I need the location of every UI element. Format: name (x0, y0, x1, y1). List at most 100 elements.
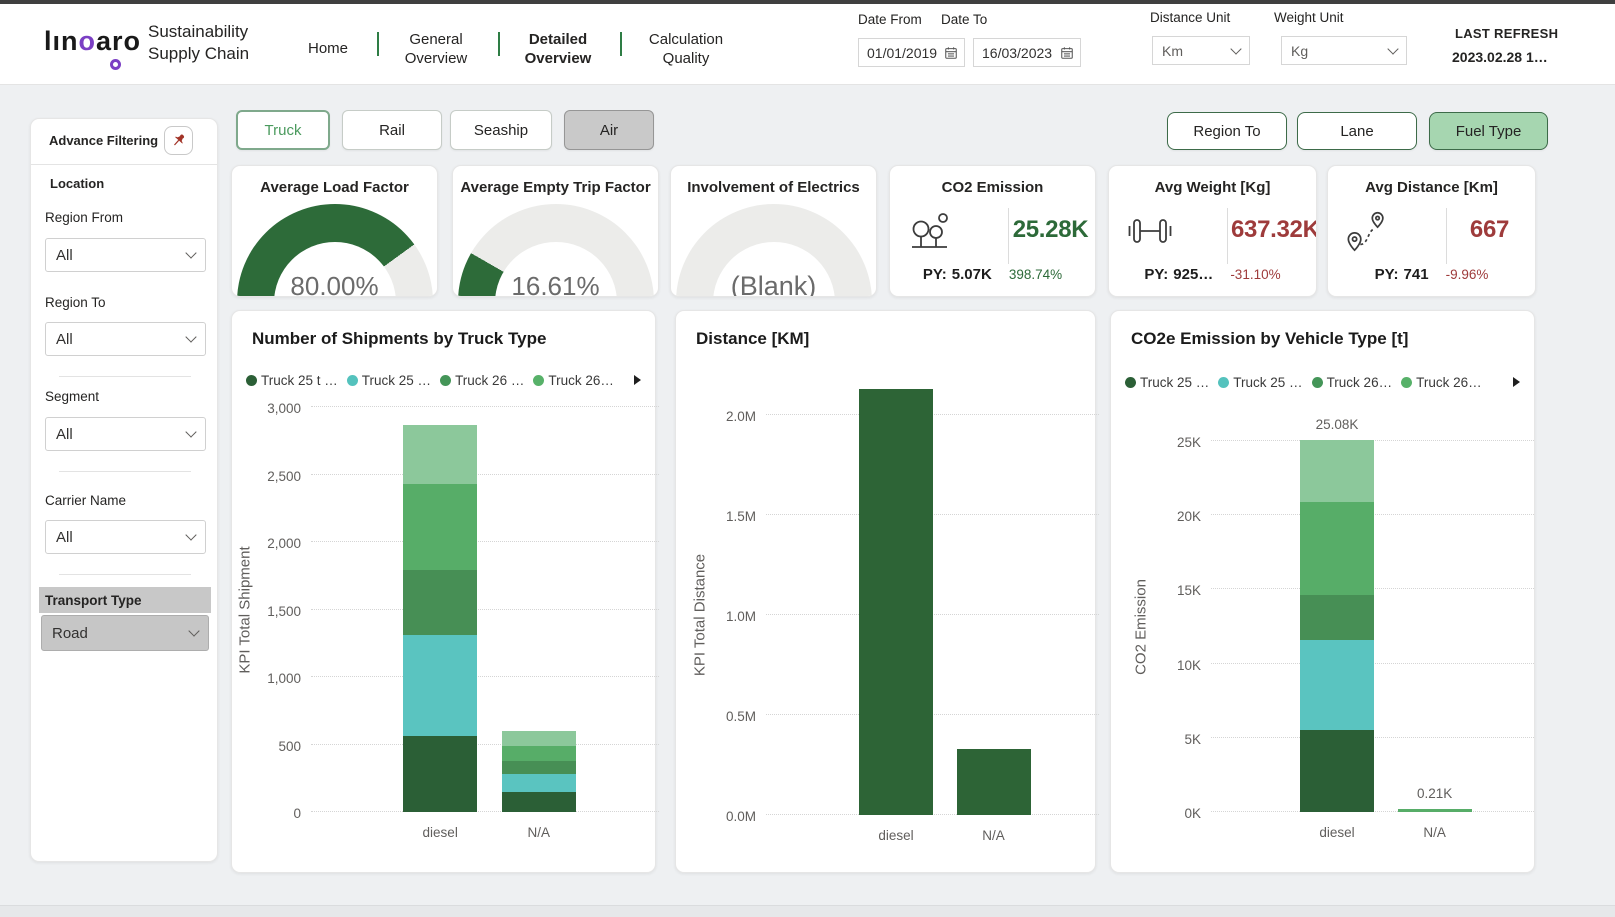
filter-value: All (56, 529, 73, 546)
app-title: Sustainability Supply Chain (148, 21, 249, 65)
gauge-value: 16.61% (458, 271, 654, 297)
advance-filtering-panel: Advance Filtering Location Region From A… (30, 118, 218, 862)
chart-card-shipments: Number of Shipments by Truck Type Truck … (231, 310, 656, 873)
filter-label-segment: Segment (45, 389, 99, 404)
bar-segment[interactable] (403, 425, 477, 484)
bar-segment[interactable] (403, 635, 477, 736)
bar-N/A[interactable] (502, 731, 576, 812)
bar-segment[interactable] (1300, 440, 1374, 502)
pin-filter-button[interactable] (164, 126, 193, 155)
x-axis-label: diesel (423, 825, 458, 840)
filter-label-carrier-name: Carrier Name (45, 493, 126, 508)
filter-value: All (56, 426, 73, 443)
breakdown-lane-button[interactable]: Lane (1297, 112, 1417, 150)
legend-item[interactable]: Truck 26… (1401, 375, 1482, 390)
empty-trip-gauge[interactable]: 16.61% (458, 204, 654, 297)
y-tick-label: 25K (1145, 435, 1201, 450)
chevron-down-icon (188, 625, 199, 636)
legend-item[interactable]: Truck 25 … (1125, 375, 1209, 390)
y-tick-label: 1.5M (700, 509, 756, 524)
filter-select-region-from[interactable]: All (45, 238, 206, 272)
co2e-plot: CO2 Emission 0K5K10K15K20K25K25.08Kdiese… (1211, 441, 1526, 812)
nav-detailed-overview[interactable]: Detailed Overview (516, 30, 600, 68)
legend-item[interactable]: Truck 25 t … (246, 373, 338, 388)
bar-segment[interactable] (502, 746, 576, 761)
kpi-title: Avg Weight [Kg] (1109, 179, 1316, 196)
distance-unit-select[interactable]: Km (1152, 36, 1250, 65)
calendar-icon[interactable] (944, 46, 958, 60)
bar-segment[interactable] (403, 736, 477, 812)
y-tick-label: 0.0M (700, 809, 756, 824)
legend-item[interactable]: Truck 26 … (440, 373, 524, 388)
transport-type-select[interactable]: Road (41, 615, 209, 651)
bar-N/A[interactable] (1398, 809, 1472, 812)
tab-air[interactable]: Air (564, 110, 654, 150)
gauge-title: Average Load Factor (232, 179, 437, 196)
bar-segment[interactable] (502, 761, 576, 775)
y-tick-label: 2,000 (245, 536, 301, 551)
weight-unit-select[interactable]: Kg (1281, 36, 1407, 65)
date-to-input[interactable]: 16/03/2023 (973, 38, 1081, 67)
bar-diesel[interactable] (403, 425, 477, 812)
y-tick-label: 2.0M (700, 409, 756, 424)
bar-data-label: 25.08K (1316, 417, 1359, 432)
date-from-input[interactable]: 01/01/2019 (858, 38, 965, 67)
chart-title: CO2e Emission by Vehicle Type [t] (1131, 329, 1408, 349)
kpi-py-value: 741 (1404, 266, 1429, 283)
bar-segment[interactable] (1300, 640, 1374, 731)
legend-dot (1312, 377, 1323, 388)
bar-segment[interactable] (1300, 595, 1374, 640)
filter-select-region-to[interactable]: All (45, 322, 206, 356)
bar-segment[interactable] (403, 484, 477, 570)
date-from-label: Date From (858, 12, 922, 27)
filter-select-carrier-name[interactable]: All (45, 520, 206, 554)
legend-scroll-arrow-icon[interactable] (634, 375, 641, 385)
gauge-title: Involvement of Electrics (671, 179, 876, 196)
bar-N/A[interactable] (957, 749, 1031, 815)
footer-strip (0, 906, 1615, 917)
bar-diesel[interactable] (859, 389, 933, 815)
bar-segment[interactable] (403, 570, 477, 635)
kpi-py-row: PY: 5.07K 398.74% (890, 266, 1095, 283)
gridline (311, 676, 659, 677)
load-factor-gauge[interactable]: 80.00% (237, 204, 433, 297)
filter-label-region-from: Region From (45, 210, 123, 225)
bar-segment[interactable] (502, 731, 576, 746)
bar-diesel[interactable] (1300, 440, 1374, 812)
bar-segment[interactable] (859, 389, 933, 815)
tab-rail[interactable]: Rail (342, 110, 442, 150)
bar-segment[interactable] (502, 774, 576, 792)
date-to-label: Date To (941, 12, 987, 27)
bar-segment[interactable] (502, 792, 576, 812)
logo-g-circle: o (79, 26, 97, 56)
bar-segment[interactable] (1300, 730, 1374, 812)
nav-home[interactable]: Home (299, 39, 357, 58)
nav-general-overview[interactable]: General Overview (394, 30, 478, 68)
bar-data-label: 0.21K (1417, 786, 1452, 801)
gauge-card-empty-trip: Average Empty Trip Factor 16.61% (452, 165, 659, 297)
calendar-icon[interactable] (1060, 46, 1074, 60)
x-axis-label: N/A (528, 825, 551, 840)
bar-segment[interactable] (957, 749, 1031, 815)
y-tick-label: 10K (1145, 658, 1201, 673)
bar-segment[interactable] (1398, 809, 1472, 812)
transport-type-label-text: Transport Type (45, 593, 142, 608)
chevron-down-icon (185, 529, 196, 540)
nav-calculation-quality[interactable]: Calculation Quality (643, 30, 729, 68)
app-title-line1: Sustainability (148, 21, 249, 43)
breakdown-fuel-type-button[interactable]: Fuel Type (1429, 112, 1548, 150)
legend-scroll-arrow-icon[interactable] (1513, 377, 1520, 387)
electrics-gauge[interactable]: (Blank) (676, 204, 872, 297)
date-to-value: 16/03/2023 (982, 45, 1052, 61)
kpi-value: 25.28K (1012, 216, 1089, 244)
legend-item[interactable]: Truck 25 … (347, 373, 431, 388)
bar-segment[interactable] (1300, 502, 1374, 595)
chart-card-distance: Distance [KM] KPI Total Distance 0.0M0.5… (675, 310, 1096, 873)
legend-item[interactable]: Truck 26… (1312, 375, 1393, 390)
tab-seaship[interactable]: Seaship (450, 110, 552, 150)
legend-item[interactable]: Truck 26… (533, 373, 614, 388)
breakdown-region-to-button[interactable]: Region To (1167, 112, 1287, 150)
legend-item[interactable]: Truck 25 … (1218, 375, 1302, 390)
filter-select-segment[interactable]: All (45, 417, 206, 451)
tab-truck[interactable]: Truck (236, 110, 330, 150)
